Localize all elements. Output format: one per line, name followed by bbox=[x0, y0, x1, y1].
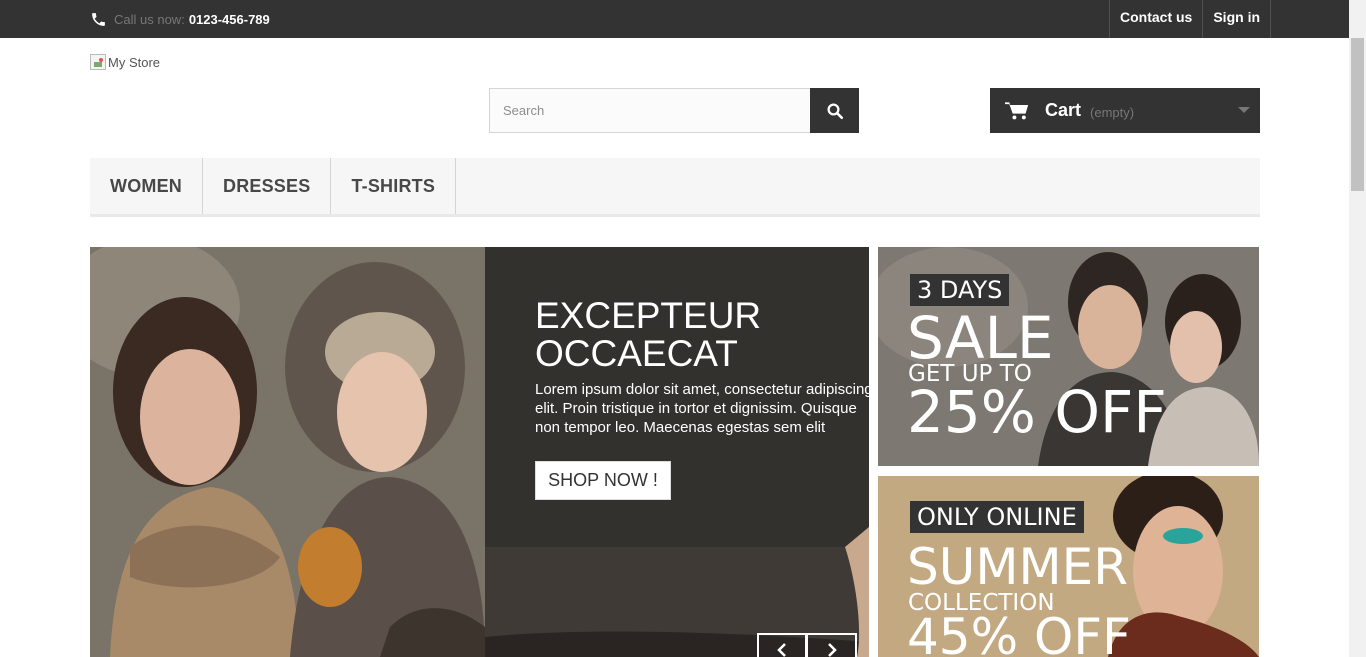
chevron-left-icon bbox=[777, 643, 786, 657]
banner-headline: SALE bbox=[907, 304, 1054, 372]
broken-image-icon bbox=[90, 54, 106, 70]
phone-icon bbox=[92, 12, 105, 26]
cart-block[interactable]: Cart (empty) bbox=[990, 88, 1260, 133]
shop-now-button[interactable]: SHOP NOW ! bbox=[535, 461, 671, 500]
search-button[interactable] bbox=[810, 88, 859, 133]
phone-number: 0123-456-789 bbox=[188, 11, 270, 27]
slide-image bbox=[90, 247, 485, 657]
menu-item-dresses[interactable]: DRESSES bbox=[203, 158, 332, 214]
slide-description: Lorem ipsum dolor sit amet, consectetur … bbox=[535, 381, 869, 436]
slider-prev-button[interactable] bbox=[757, 633, 807, 657]
call-us: Call us now: 0123-456-789 bbox=[90, 6, 270, 32]
search-input[interactable] bbox=[489, 88, 810, 133]
cart-icon bbox=[1005, 101, 1029, 119]
chevron-right-icon bbox=[827, 643, 837, 657]
menu-item-women[interactable]: WOMEN bbox=[90, 158, 203, 214]
banner-tag: ONLY ONLINE bbox=[910, 501, 1084, 533]
summer-banner[interactable]: ONLY ONLINE SUMMER COLLECTION 45% OFF bbox=[878, 476, 1259, 657]
store-logo[interactable]: My Store bbox=[90, 54, 160, 70]
slide-title: EXCEPTEUR OCCAECAT bbox=[535, 297, 865, 373]
menu-item-tshirts[interactable]: T-SHIRTS bbox=[331, 158, 457, 214]
sale-banner[interactable]: 3 DAYS SALE GET UP TO 25% OFF bbox=[878, 247, 1259, 466]
search-form bbox=[489, 88, 859, 133]
search-icon bbox=[827, 103, 843, 119]
page-scrollbar[interactable] bbox=[1349, 0, 1366, 657]
scrollbar-thumb[interactable] bbox=[1351, 38, 1364, 191]
logo-alt-text: My Store bbox=[108, 54, 161, 70]
header-user-nav: Contact us Sign in bbox=[1109, 0, 1272, 38]
banner-headline: SUMMER bbox=[907, 538, 1128, 596]
slide-title-line2: OCCAECAT bbox=[535, 333, 738, 374]
caret-down-icon bbox=[1238, 107, 1250, 113]
main-menu: WOMEN DRESSES T-SHIRTS bbox=[90, 158, 1260, 217]
header-topbar: Call us now: 0123-456-789 Contact us Sig… bbox=[0, 0, 1349, 38]
homepage-slider: EXCEPTEUR OCCAECAT Lorem ipsum dolor sit… bbox=[90, 247, 869, 657]
banner-offer: 25% OFF bbox=[907, 378, 1167, 446]
slider-next-button[interactable] bbox=[807, 633, 857, 657]
cart-status: (empty) bbox=[1090, 104, 1135, 120]
call-us-label: Call us now: bbox=[114, 11, 185, 27]
slide-title-line1: EXCEPTEUR bbox=[535, 295, 762, 336]
sign-in-link[interactable]: Sign in bbox=[1202, 0, 1272, 38]
contact-us-link[interactable]: Contact us bbox=[1109, 0, 1202, 38]
cart-label: Cart bbox=[1045, 100, 1082, 120]
banner-offer: 45% OFF bbox=[907, 608, 1131, 657]
banner-tag: 3 DAYS bbox=[910, 274, 1010, 306]
